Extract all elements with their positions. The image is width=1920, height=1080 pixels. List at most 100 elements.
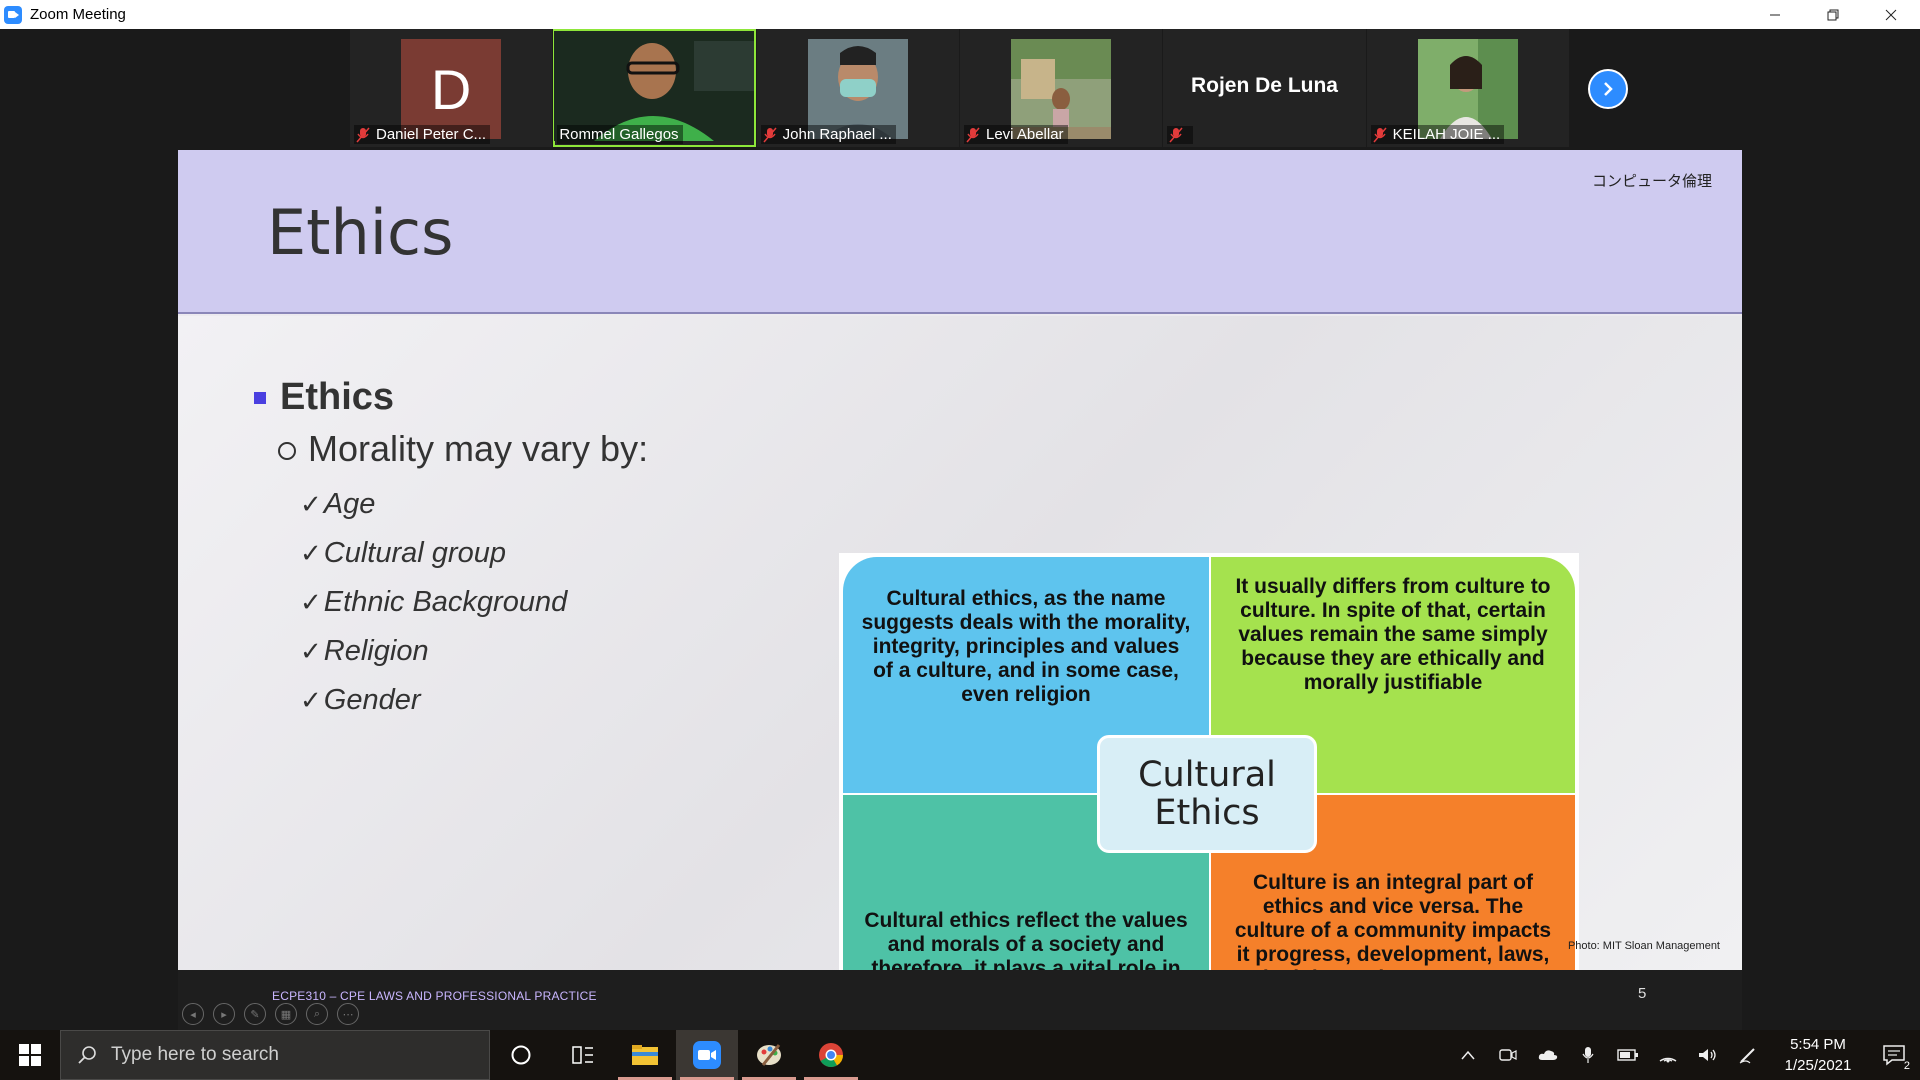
participant-tile[interactable]: Rojen De Luna [1163, 29, 1366, 147]
course-title: ECPE310 – CPE LAWS AND PROFESSIONAL PRAC… [272, 989, 597, 1003]
task-view-button[interactable] [552, 1030, 614, 1080]
participant-name: John Raphael ... [782, 126, 892, 143]
next-slide-icon[interactable]: ▸ [213, 1003, 235, 1025]
check-item: ✓ Religion [300, 635, 429, 667]
minimize-icon [1770, 14, 1780, 15]
taskbar-search[interactable]: Type here to search [60, 1030, 490, 1080]
checkmark-icon: ✓ [300, 636, 322, 666]
wifi-icon [1659, 1057, 1677, 1063]
participant-strip: D Daniel Peter C... Rommel Gallegos John… [350, 29, 1570, 147]
slide-body: Ethics Morality may vary by: ✓ Age ✓ Cultu… [178, 316, 1742, 970]
task-view-icon [572, 1046, 593, 1064]
diagram-center-label: Cultural Ethics [1097, 735, 1317, 853]
more-options-icon[interactable]: ⋯ [337, 1003, 359, 1025]
participant-tile-active-speaker[interactable]: Rommel Gallegos [553, 29, 756, 147]
zoom-app-icon [4, 5, 22, 24]
restore-icon [1827, 9, 1839, 20]
slides-grid-icon[interactable]: ▦ [275, 1003, 297, 1025]
mic-muted-icon [1373, 127, 1387, 143]
file-explorer-button[interactable] [614, 1030, 676, 1080]
paint-icon [757, 1044, 781, 1066]
zoom-in-icon[interactable]: ⌕ [306, 1003, 328, 1025]
pen-icon[interactable]: ✎ [244, 1003, 266, 1025]
checkmark-icon: ✓ [300, 587, 322, 617]
participant-video [1417, 39, 1518, 139]
microphone-button[interactable] [1568, 1030, 1608, 1080]
checkmark-icon: ✓ [300, 489, 322, 519]
slide-footer: ECPE310 – CPE LAWS AND PROFESSIONAL PRAC… [178, 970, 1742, 1030]
next-participants-button[interactable] [1588, 69, 1628, 109]
circle-bullet-icon [278, 442, 296, 460]
volume-button[interactable] [1688, 1030, 1728, 1080]
cloud-icon [1538, 1050, 1558, 1060]
pen-workspace-button[interactable] [1728, 1030, 1768, 1080]
bullet-main-text: Ethics [280, 376, 395, 418]
action-center-button[interactable]: 2 [1868, 1030, 1920, 1080]
participant-tile[interactable]: Levi Abellar [959, 29, 1163, 147]
taskbar-clock[interactable]: 5:54 PM 1/25/2021 [1768, 1034, 1868, 1076]
mic-muted-icon [356, 127, 370, 143]
cortana-button[interactable] [490, 1030, 552, 1080]
windows-logo-icon [19, 1044, 41, 1066]
meeting-area: D Daniel Peter C... Rommel Gallegos John… [0, 29, 1920, 1030]
file-explorer-icon [632, 1045, 658, 1065]
search-placeholder: Type here to search [111, 1044, 279, 1065]
slide-header: Ethics コンピュータ倫理 [178, 150, 1742, 314]
pen-icon [1739, 1048, 1755, 1064]
start-button[interactable] [0, 1030, 60, 1080]
participant-label: Rommel Gallegos [557, 125, 683, 144]
checkmark-icon: ✓ [300, 538, 322, 568]
participant-name: Daniel Peter C... [376, 126, 487, 143]
zoom-icon [693, 1041, 721, 1069]
zoom-taskbar-button[interactable] [676, 1030, 738, 1080]
system-tray: 5:54 PM 1/25/2021 2 [1448, 1030, 1920, 1080]
chrome-taskbar-button[interactable] [800, 1030, 862, 1080]
participant-tile[interactable]: John Raphael ... [756, 29, 959, 147]
window-titlebar: Zoom Meeting [0, 0, 1920, 29]
check-item: ✓ Gender [300, 684, 421, 716]
participant-label: John Raphael ... [760, 125, 896, 144]
presentation-tools: ◂ ▸ ✎ ▦ ⌕ ⋯ [182, 1003, 368, 1025]
slide-corner-label: コンピュータ倫理 [1591, 173, 1712, 190]
video-camera-icon [1499, 1049, 1517, 1061]
participant-label: Daniel Peter C... [354, 125, 491, 144]
cortana-icon [511, 1045, 531, 1065]
bullet-sub-text: Morality may vary by: [308, 428, 649, 469]
participant-tile[interactable]: D Daniel Peter C... [350, 29, 553, 147]
mic-muted-icon [966, 127, 980, 143]
check-item: ✓ Cultural group [300, 537, 506, 569]
clock-time: 5:54 PM [1790, 1036, 1846, 1053]
speaker-icon [1699, 1049, 1716, 1061]
mic-muted-icon [1169, 127, 1183, 143]
paint-taskbar-button[interactable] [738, 1030, 800, 1080]
slide-page-number: 5 [1638, 985, 1647, 1002]
meet-now-button[interactable] [1488, 1030, 1528, 1080]
show-hidden-icons-button[interactable] [1448, 1030, 1488, 1080]
window-controls [1746, 0, 1920, 29]
participant-display-name: Rojen De Luna [1190, 74, 1338, 97]
photo-credit: Photo: MIT Sloan Management [1567, 940, 1720, 952]
avatar: D [401, 39, 502, 139]
notification-count: 2 [1901, 1060, 1912, 1072]
clock-date: 1/25/2021 [1784, 1057, 1852, 1074]
battery-icon [1617, 1049, 1638, 1061]
slide-title: Ethics [267, 196, 454, 269]
bullet-main: Ethics [254, 376, 394, 419]
shared-slide: Ethics コンピュータ倫理 Ethics Morality may vary… [178, 150, 1742, 970]
windows-taskbar: Type here to search 5:54 PM 1/25/2021 2 [0, 1030, 1920, 1080]
close-button[interactable] [1862, 0, 1920, 29]
battery-button[interactable] [1608, 1030, 1648, 1080]
check-item: ✓ Ethnic Background [300, 586, 568, 618]
participant-tile[interactable]: KEILAH JOIE ... [1366, 29, 1569, 147]
minimize-button[interactable] [1746, 0, 1804, 29]
participant-label: Levi Abellar [963, 125, 1068, 144]
wifi-button[interactable] [1648, 1030, 1688, 1080]
chevron-up-icon [1461, 1050, 1475, 1060]
microphone-icon [1582, 1047, 1594, 1063]
onedrive-button[interactable] [1528, 1030, 1568, 1080]
participant-video [1011, 39, 1112, 139]
previous-slide-icon[interactable]: ◂ [182, 1003, 204, 1025]
participant-video [807, 39, 908, 139]
restore-button[interactable] [1804, 0, 1862, 29]
bullet-sub: Morality may vary by: [278, 428, 648, 470]
